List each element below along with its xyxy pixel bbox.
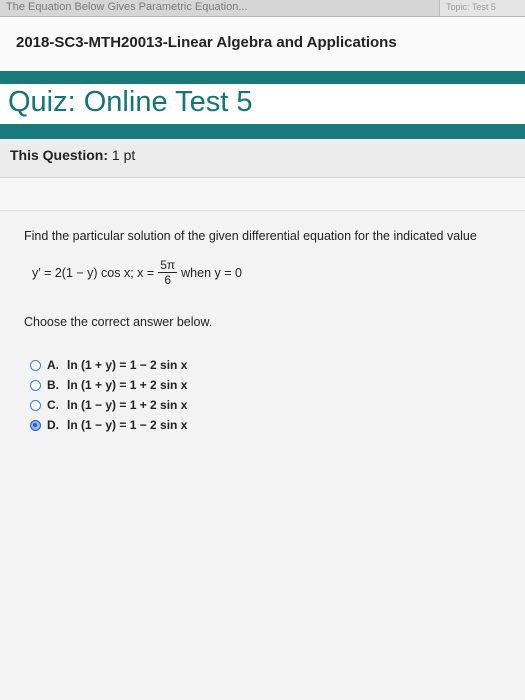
question-points: 1 pt [111, 147, 136, 163]
browser-tab-title[interactable]: The Equation Below Gives Parametric Equa… [6, 0, 326, 14]
browser-tab-bar: The Equation Below Gives Parametric Equa… [0, 0, 525, 17]
option-text: ln (1 − y) = 1 + 2 sin x [67, 398, 188, 412]
option-a[interactable]: A. ln (1 + y) = 1 − 2 sin x [30, 355, 187, 375]
quiz-title-box: Quiz: Online Test 5 [0, 84, 525, 124]
course-title: 2018-SC3-MTH20013-Linear Algebra and App… [16, 34, 397, 51]
toolbar-strip [0, 178, 525, 211]
radio-b[interactable] [30, 379, 41, 391]
question-label-text: This Question: [10, 147, 108, 163]
option-letter: B. [47, 378, 59, 392]
fraction-denominator: 6 [164, 273, 171, 287]
answer-instruction: Choose the correct answer below. [24, 315, 213, 329]
answer-options: A. ln (1 + y) = 1 − 2 sin x B. ln (1 + y… [30, 355, 187, 435]
browser-tab-right[interactable]: Topic: Test 5 [439, 0, 525, 16]
option-text: ln (1 + y) = 1 − 2 sin x [67, 358, 188, 372]
option-b[interactable]: B. ln (1 + y) = 1 + 2 sin x [30, 375, 187, 395]
quiz-title: Quiz: Online Test 5 [8, 86, 253, 118]
question-prompt: Find the particular solution of the give… [24, 229, 477, 243]
option-text: ln (1 − y) = 1 − 2 sin x [67, 418, 188, 432]
question-equation: y′ = 2(1 − y) cos x; x = 5π 6 when y = 0 [32, 258, 242, 287]
option-text: ln (1 + y) = 1 + 2 sin x [67, 378, 188, 392]
fraction-numerator: 5π [158, 258, 178, 273]
option-c[interactable]: C. ln (1 − y) = 1 + 2 sin x [30, 395, 187, 415]
radio-c[interactable] [30, 399, 41, 411]
equation-fraction: 5π 6 [158, 258, 178, 287]
question-content: Find the particular solution of the give… [0, 211, 525, 700]
radio-a[interactable] [30, 359, 41, 371]
option-letter: C. [47, 398, 59, 412]
option-letter: D. [47, 418, 59, 432]
question-label: This Question: 1 pt [10, 147, 135, 163]
option-letter: A. [47, 358, 59, 372]
equation-left: y′ = 2(1 − y) cos x; x = [32, 265, 155, 280]
option-d[interactable]: D. ln (1 − y) = 1 − 2 sin x [30, 415, 187, 435]
course-header: 2018-SC3-MTH20013-Linear Algebra and App… [0, 17, 525, 71]
radio-d[interactable] [30, 419, 41, 431]
question-header: This Question: 1 pt [0, 139, 525, 178]
quiz-banner: Quiz: Online Test 5 [0, 71, 525, 139]
equation-right: when y = 0 [181, 265, 242, 280]
